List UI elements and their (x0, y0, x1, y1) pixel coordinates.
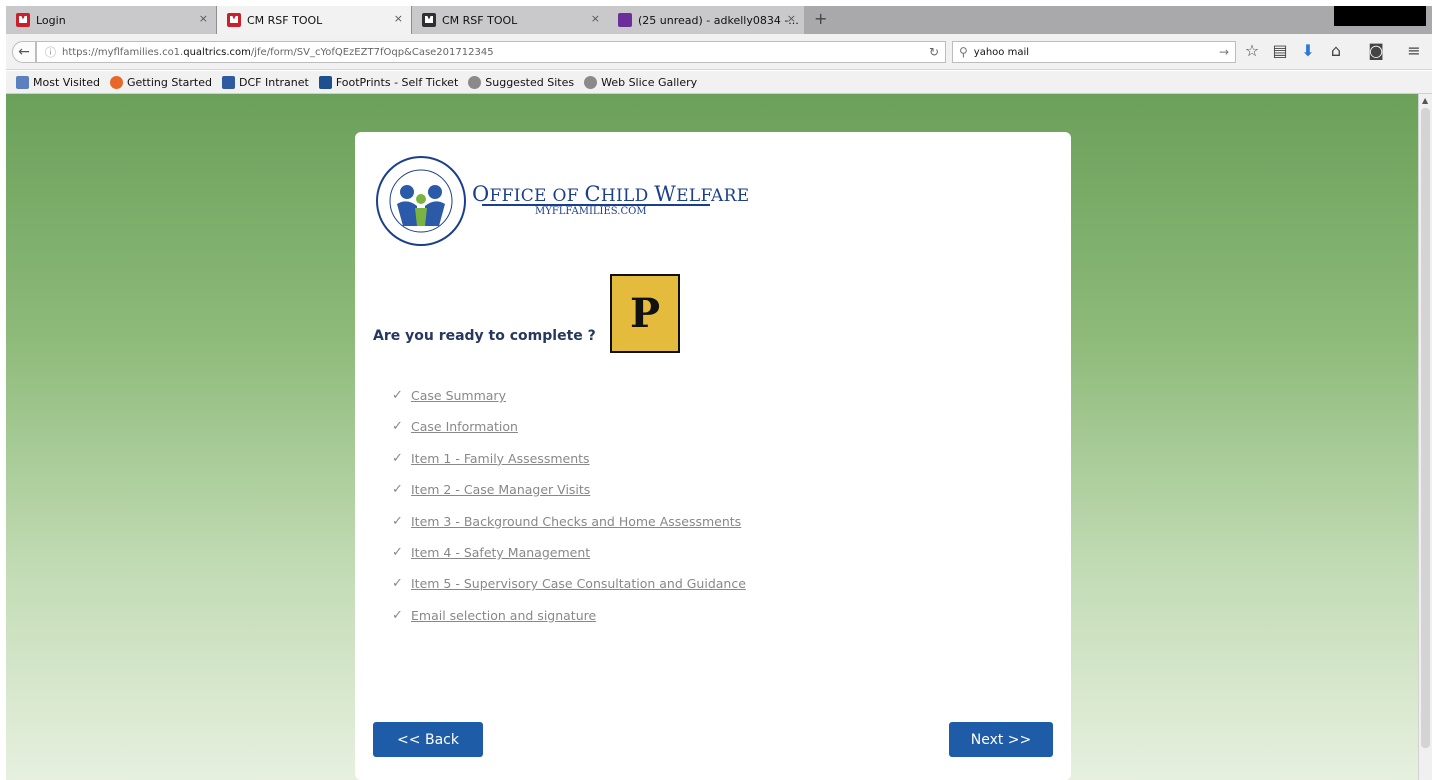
checkmark-icon: ✓ (392, 544, 403, 560)
bookmark-label: Getting Started (126, 75, 212, 89)
most-visited-icon (16, 75, 29, 89)
survey-card: OFFICE OF CHILD WELFARE MYFLFAMILIES.COM… (355, 132, 1071, 780)
close-tab-icon[interactable]: × (787, 12, 796, 25)
bookmark-suggested-sites[interactable]: Suggested Sites (468, 75, 575, 89)
bookmark-star-icon[interactable]: ☆ (1242, 41, 1262, 60)
navigation-toolbar: ← ⓘ https://myflfamilies.co1. qualtrics.c… (6, 34, 1432, 70)
checkmark-icon: ✓ (392, 482, 403, 498)
firefox-icon (109, 75, 123, 89)
search-go-icon[interactable]: → (1219, 45, 1229, 59)
browser-tab-strip: Login × CM RSF TOOL × CM RSF TOOL × (25 … (6, 6, 1432, 34)
url-domain: qualtrics.com (183, 46, 251, 58)
section-link-case-summary[interactable]: Case Summary (411, 388, 506, 403)
next-button[interactable]: Next >> (949, 722, 1053, 757)
section-checklist: ✓ Case Summary ✓ Case Information ✓ Item 1 … (392, 388, 746, 639)
checkmark-icon: ✓ (392, 513, 403, 529)
search-value: yahoo mail (973, 46, 1030, 58)
pocket-icon[interactable]: ◙ (1366, 41, 1386, 60)
tab-cm-rsf-tool[interactable]: CM RSF TOOL × (412, 6, 608, 34)
menu-icon[interactable]: ≡ (1404, 41, 1424, 60)
tab-mail[interactable]: (25 unread) - adkelly0834 -... × (608, 6, 804, 34)
section-link-item-5[interactable]: Item 5 - Supervisory Case Consultation a… (411, 576, 746, 591)
globe-icon (584, 75, 598, 89)
section-link-item-1[interactable]: Item 1 - Family Assessments (411, 451, 590, 466)
bookmark-label: FootPrints - Self Ticket (335, 75, 459, 89)
red-m-icon (16, 13, 30, 27)
list-item: ✓ Item 2 - Case Manager Visits (392, 482, 746, 513)
red-m-icon (227, 13, 241, 27)
bookmark-label: Suggested Sites (485, 75, 575, 89)
office-title: OFFICE OF CHILD WELFARE (472, 182, 750, 206)
close-tab-icon[interactable]: × (394, 12, 403, 25)
new-tab-button[interactable]: + (814, 9, 827, 28)
section-link-email-signature[interactable]: Email selection and signature (411, 608, 596, 623)
tab-login[interactable]: Login × (6, 6, 216, 34)
tab-label: Login (36, 13, 66, 27)
section-link-item-2[interactable]: Item 2 - Case Manager Visits (411, 482, 590, 497)
tab-label: (25 unread) - adkelly0834 -... (638, 13, 799, 27)
checkmark-icon: ✓ (392, 388, 403, 403)
bookmark-footprints[interactable]: FootPrints - Self Ticket (318, 75, 459, 89)
bookmark-label: Web Slice Gallery (601, 75, 698, 89)
bookmarks-bar: Most Visited Getting Started DCF Intrane… (6, 71, 1432, 94)
section-link-case-information[interactable]: Case Information (411, 419, 518, 434)
redacted-area (1334, 6, 1426, 26)
dcf-seal-logo (376, 156, 466, 246)
list-item: ✓ Item 3 - Background Checks and Home Ass… (392, 514, 746, 545)
checkmark-icon: ✓ (392, 450, 403, 466)
info-icon: ⓘ (45, 46, 56, 59)
search-input[interactable]: ⚲ yahoo mail → (952, 41, 1236, 63)
mail-icon (618, 13, 632, 27)
home-icon[interactable]: ⌂ (1326, 41, 1346, 60)
bookmark-getting-started[interactable]: Getting Started (109, 75, 212, 89)
downloads-icon[interactable]: ⬇ (1298, 41, 1318, 60)
list-item: ✓ Email selection and signature (392, 608, 746, 639)
question-text: Are you ready to complete ? (373, 328, 596, 344)
close-tab-icon[interactable]: × (591, 12, 600, 25)
search-icon: ⚲ (959, 45, 968, 59)
p-badge: P (610, 274, 680, 353)
list-item: ✓ Item 5 - Supervisory Case Consultation … (392, 576, 746, 607)
url-bar[interactable]: ⓘ https://myflfamilies.co1. qualtrics.com… (36, 41, 946, 63)
list-item: ✓ Case Information (392, 419, 746, 450)
section-link-item-3[interactable]: Item 3 - Background Checks and Home Asse… (411, 514, 741, 529)
dark-m-icon (422, 13, 436, 27)
tab-label: CM RSF TOOL (247, 13, 323, 27)
footprints-icon (318, 75, 332, 89)
close-tab-icon[interactable]: × (199, 12, 208, 25)
url-path: /jfe/form/SV_cYofQEzEZT7fOqp&Case2017123… (250, 46, 494, 58)
tab-label: CM RSF TOOL (442, 13, 518, 27)
section-link-item-4[interactable]: Item 4 - Safety Management (411, 545, 590, 560)
back-arrow-icon[interactable]: ← (12, 41, 36, 63)
checkmark-icon: ✓ (392, 419, 403, 435)
tab-cm-rsf-tool-active[interactable]: CM RSF TOOL × (216, 6, 412, 34)
url-prefix: https://myflfamilies.co1. (62, 46, 184, 58)
bookmark-label: DCF Intranet (239, 75, 309, 89)
checkmark-icon: ✓ (392, 607, 403, 623)
reload-icon[interactable]: ↻ (929, 45, 939, 59)
bookmark-dcf-intranet[interactable]: DCF Intranet (222, 75, 309, 89)
vertical-scrollbar[interactable]: ▲ (1418, 94, 1432, 780)
scroll-up-icon[interactable]: ▲ (1422, 96, 1428, 105)
checkmark-icon: ✓ (392, 576, 403, 592)
back-button[interactable]: << Back (373, 722, 483, 757)
office-subtitle: MYFLFAMILIES.COM (535, 206, 647, 217)
bookmark-web-slice-gallery[interactable]: Web Slice Gallery (584, 75, 698, 89)
list-item: ✓ Item 1 - Family Assessments (392, 451, 746, 482)
bookmark-most-visited[interactable]: Most Visited (16, 75, 100, 89)
globe-icon (468, 75, 482, 89)
scrollbar-thumb[interactable] (1421, 108, 1430, 748)
list-item: ✓ Item 4 - Safety Management (392, 545, 746, 576)
dcf-icon (222, 75, 235, 89)
bookmark-label: Most Visited (33, 75, 100, 89)
reading-list-icon[interactable]: ▤ (1270, 41, 1290, 60)
list-item: ✓ Case Summary (392, 388, 746, 419)
